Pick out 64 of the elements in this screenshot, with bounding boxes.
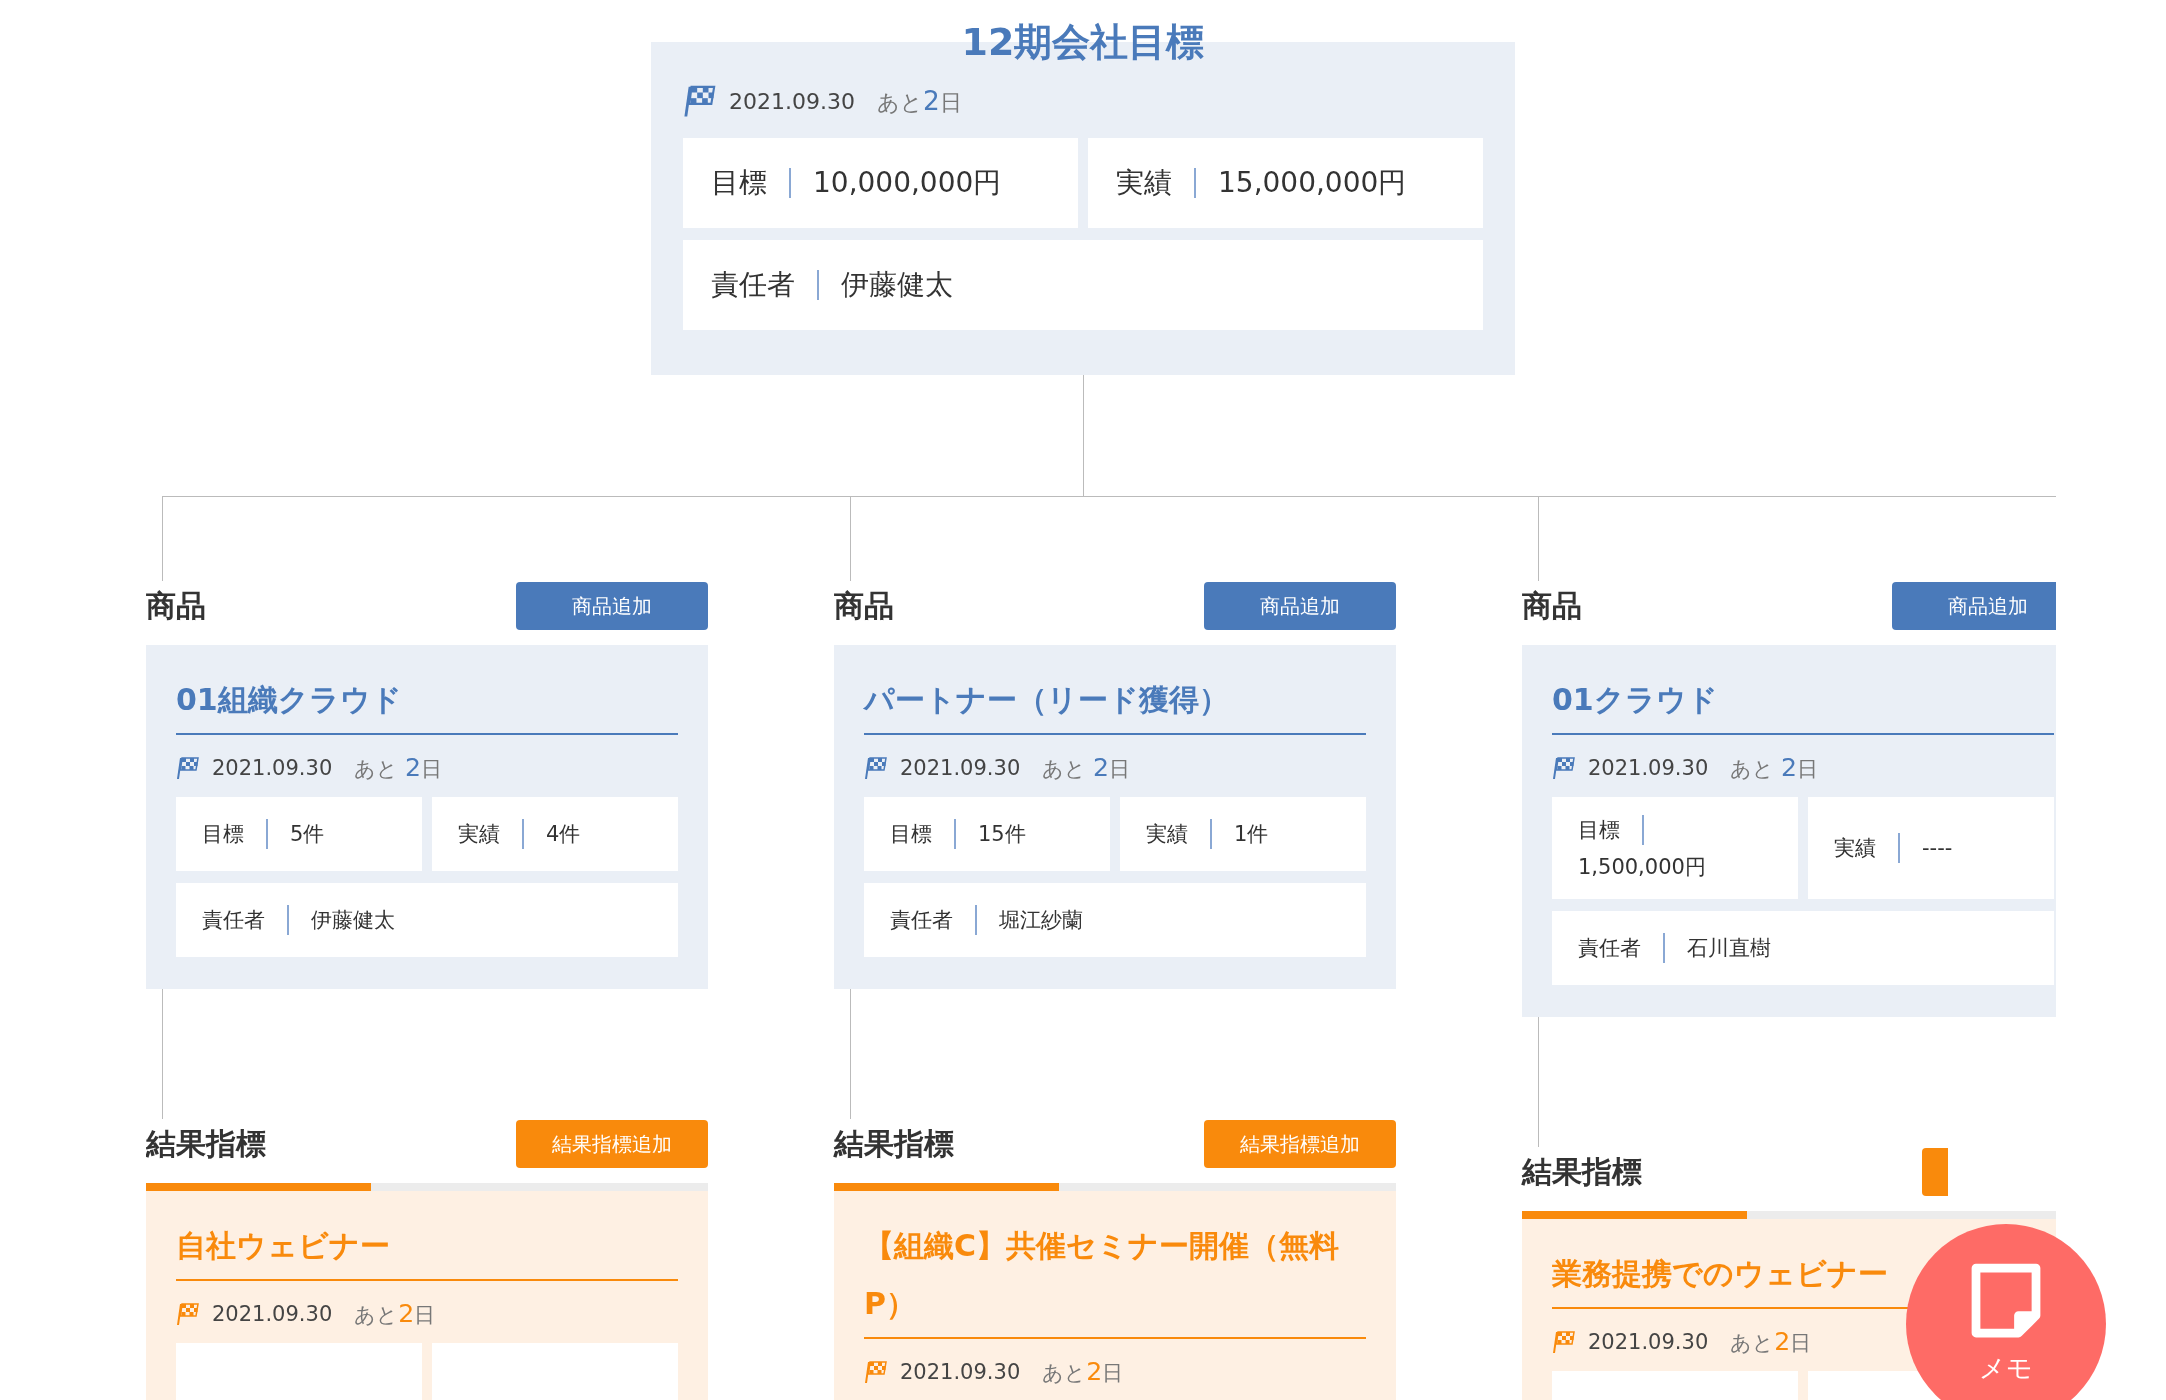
checkered-flag-icon — [1552, 756, 1576, 780]
checkered-flag-icon — [1552, 1330, 1576, 1354]
product-title: 01組織クラウド — [176, 671, 678, 735]
due-date: 2021.09.30 — [1588, 1330, 1709, 1354]
result-title: 【組織C】共催セミナー開催（無料P） — [864, 1217, 1366, 1339]
add-result-button[interactable] — [1922, 1148, 1948, 1196]
metric-value: 10,000,000円 — [813, 165, 1002, 201]
section-heading: 結果指標 — [1522, 1152, 1642, 1191]
metric-value: 15,000,000円 — [1218, 165, 1407, 201]
owner-name: 堀江紗蘭 — [999, 907, 1083, 934]
metric-label: 実績 — [458, 821, 500, 848]
metric-value: 1件 — [1234, 821, 1269, 848]
metric-value: 4件 — [546, 821, 581, 848]
checkered-flag-icon — [864, 1360, 888, 1384]
metric-label: 実績 — [1834, 835, 1876, 862]
metric-label: 目標 — [890, 821, 932, 848]
checkered-flag-icon — [683, 84, 717, 118]
metric-label: 目標 — [1578, 817, 1620, 844]
owner-name: 石川直樹 — [1687, 935, 1771, 962]
owner-name: 伊藤健太 — [841, 267, 953, 303]
owner-label: 責任者 — [890, 907, 953, 934]
product-title: パートナー（リード獲得） — [864, 671, 1366, 735]
metric-label: 目標 — [711, 165, 767, 201]
section-heading: 商品 — [1522, 586, 1582, 625]
owner-label: 責任者 — [711, 267, 795, 303]
checkered-flag-icon — [176, 1302, 200, 1326]
days-remaining: あと 2 日 — [1042, 1357, 1124, 1387]
metric-label: 実績 — [1146, 821, 1188, 848]
due-date: 2021.09.30 — [900, 756, 1021, 780]
section-heading: 商品 — [834, 586, 894, 625]
metric-label: 目標 — [202, 821, 244, 848]
owner-label: 責任者 — [1578, 935, 1641, 962]
add-product-button[interactable]: 商品追加 — [516, 582, 708, 630]
add-result-button[interactable]: 結果指標追加 — [1204, 1120, 1396, 1168]
add-product-button[interactable]: 商品追加 — [1892, 582, 2056, 630]
due-date: 2021.09.30 — [900, 1360, 1021, 1384]
owner-name: 伊藤健太 — [311, 907, 395, 934]
metric-value: ---- — [1922, 836, 1953, 860]
due-date: 2021.09.30 — [212, 1302, 333, 1326]
due-date: 2021.09.30 — [212, 756, 333, 780]
goal-title: 12期会社目標 — [961, 19, 1205, 66]
memo-button[interactable]: メモ — [1906, 1224, 2106, 1400]
days-remaining: あと 2 日 — [354, 753, 442, 783]
days-remaining: あと 2 日 — [876, 84, 962, 118]
section-heading: 結果指標 — [146, 1124, 266, 1163]
metric-value: 1,500,000円 — [1578, 854, 1706, 881]
checkered-flag-icon — [864, 756, 888, 780]
metric-value: 5件 — [290, 821, 325, 848]
result-title: 自社ウェビナー — [176, 1217, 678, 1281]
days-remaining: あと 2 日 — [1730, 1327, 1812, 1357]
metric-value: 15件 — [978, 821, 1026, 848]
section-heading: 商品 — [146, 586, 206, 625]
days-remaining: あと 2 日 — [1730, 753, 1818, 783]
section-heading: 結果指標 — [834, 1124, 954, 1163]
add-result-button[interactable]: 結果指標追加 — [516, 1120, 708, 1168]
due-date: 2021.09.30 — [729, 88, 855, 114]
add-product-button[interactable]: 商品追加 — [1204, 582, 1396, 630]
owner-label: 責任者 — [202, 907, 265, 934]
metric-label: 実績 — [1116, 165, 1172, 201]
checkered-flag-icon — [176, 756, 200, 780]
days-remaining: あと 2 日 — [354, 1299, 436, 1329]
product-title: 01クラウド — [1552, 671, 2054, 735]
days-remaining: あと 2 日 — [1042, 753, 1130, 783]
due-date: 2021.09.30 — [1588, 756, 1709, 780]
